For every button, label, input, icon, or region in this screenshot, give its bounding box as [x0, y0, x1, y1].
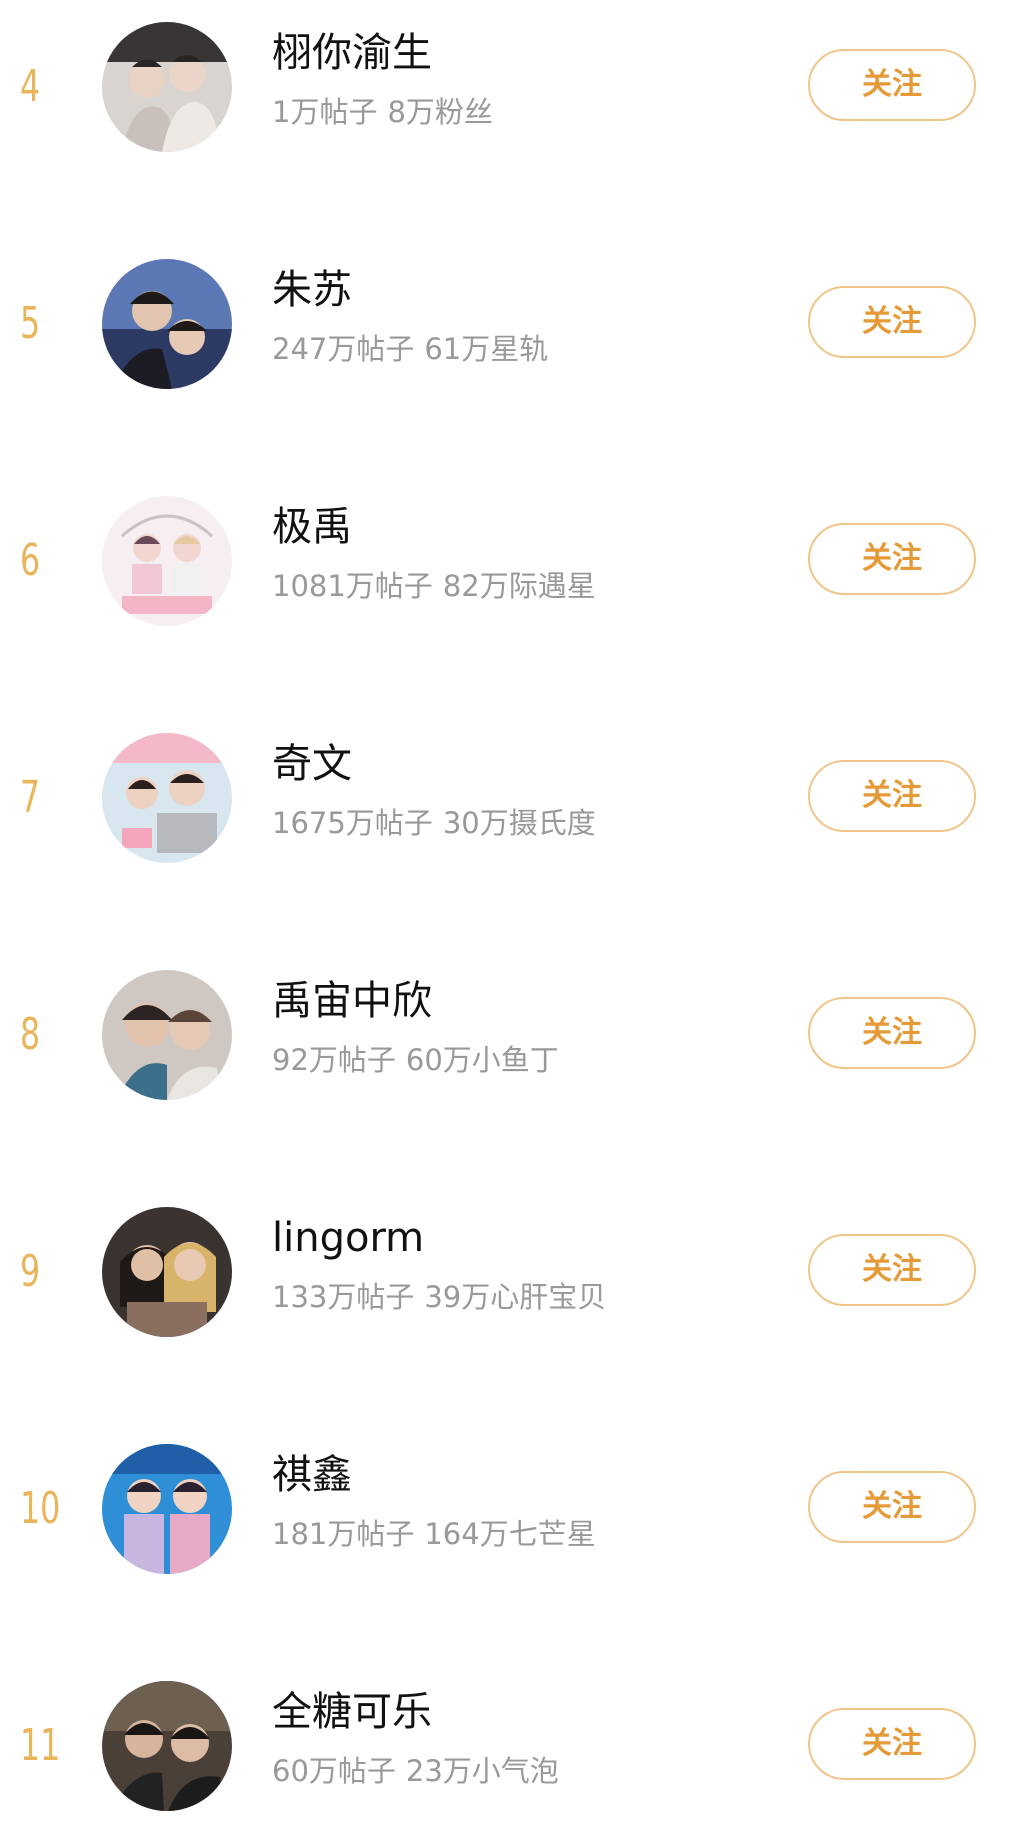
post-count: 133万帖子: [272, 1280, 415, 1314]
fan-count: 30万摄氏度: [442, 806, 596, 840]
rank-number: 9: [20, 1246, 41, 1297]
avatar[interactable]: [102, 733, 232, 863]
follow-button[interactable]: 关注: [808, 1234, 976, 1306]
avatar[interactable]: [102, 22, 232, 152]
topic-name: 禹宙中欣: [272, 978, 432, 1024]
post-count: 181万帖子: [272, 1517, 415, 1551]
list-item[interactable]: 4 栩你渝生 1万帖子 8万粉丝 关注: [0, 12, 1016, 162]
fan-count: 39万心肝宝贝: [424, 1280, 607, 1314]
topic-stats: 181万帖子 164万七芒星: [272, 1514, 596, 1554]
follow-button[interactable]: 关注: [808, 286, 976, 358]
avatar-image: [102, 1681, 232, 1811]
avatar-image: [102, 22, 232, 152]
rank-number: 7: [20, 772, 41, 823]
fan-count: 164万七芒星: [424, 1517, 596, 1551]
avatar[interactable]: [102, 1207, 232, 1337]
follow-button[interactable]: 关注: [808, 997, 976, 1069]
list-item[interactable]: 5 朱苏 247万帖子 61万星轨 关注: [0, 249, 1016, 399]
follow-button[interactable]: 关注: [808, 1708, 976, 1780]
post-count: 92万帖子: [272, 1043, 396, 1077]
post-count: 60万帖子: [272, 1754, 396, 1788]
topic-name: 全糖可乐: [272, 1689, 432, 1735]
ranking-list: 4 栩你渝生 1万帖子 8万粉丝 关注 5 朱苏 247万帖子 61万星轨 关注…: [0, 0, 1016, 1844]
rank-number: 6: [20, 535, 41, 586]
avatar[interactable]: [102, 1444, 232, 1574]
list-item[interactable]: 8 禹宙中欣 92万帖子 60万小鱼丁 关注: [0, 960, 1016, 1110]
post-count: 1675万帖子: [272, 806, 433, 840]
fan-count: 8万粉丝: [387, 95, 493, 129]
follow-button[interactable]: 关注: [808, 49, 976, 121]
post-count: 1万帖子: [272, 95, 378, 129]
topic-name: 祺鑫: [272, 1452, 352, 1498]
list-item[interactable]: 6 极禹 1081万帖子 82万际遇星 关注: [0, 486, 1016, 636]
avatar-image: [102, 1444, 232, 1574]
avatar[interactable]: [102, 259, 232, 389]
rank-number: 8: [20, 1009, 41, 1060]
topic-stats: 60万帖子 23万小气泡: [272, 1751, 559, 1791]
topic-stats: 1081万帖子 82万际遇星: [272, 566, 596, 606]
rank-number: 10: [20, 1483, 61, 1534]
avatar[interactable]: [102, 496, 232, 626]
fan-count: 23万小气泡: [405, 1754, 559, 1788]
fan-count: 61万星轨: [424, 332, 549, 366]
topic-name: 朱苏: [272, 267, 352, 313]
topic-name: 栩你渝生: [272, 30, 432, 76]
list-item[interactable]: 10 祺鑫 181万帖子 164万七芒星 关注: [0, 1434, 1016, 1584]
follow-button[interactable]: 关注: [808, 760, 976, 832]
avatar[interactable]: [102, 1681, 232, 1811]
topic-name: 奇文: [272, 741, 352, 787]
fan-count: 82万际遇星: [442, 569, 596, 603]
avatar-image: [102, 733, 232, 863]
avatar[interactable]: [102, 970, 232, 1100]
avatar-image: [102, 259, 232, 389]
rank-number: 11: [20, 1720, 61, 1771]
post-count: 1081万帖子: [272, 569, 433, 603]
avatar-image: [102, 970, 232, 1100]
rank-number: 4: [20, 61, 41, 112]
list-item[interactable]: 11 全糖可乐 60万帖子 23万小气泡 关注: [0, 1671, 1016, 1821]
fan-count: 60万小鱼丁: [405, 1043, 559, 1077]
post-count: 247万帖子: [272, 332, 415, 366]
topic-stats: 1675万帖子 30万摄氏度: [272, 803, 596, 843]
topic-stats: 1万帖子 8万粉丝: [272, 92, 493, 132]
avatar-image: [102, 496, 232, 626]
topic-stats: 247万帖子 61万星轨: [272, 329, 548, 369]
avatar-image: [102, 1207, 232, 1337]
topic-stats: 133万帖子 39万心肝宝贝: [272, 1277, 606, 1317]
topic-name: 极禹: [272, 504, 352, 550]
rank-number: 5: [20, 298, 41, 349]
list-item[interactable]: 7 奇文 1675万帖子 30万摄氏度 关注: [0, 723, 1016, 873]
topic-name: lingorm: [272, 1215, 425, 1261]
list-item[interactable]: 9 lingorm 133万帖子 39万心肝宝贝 关注: [0, 1197, 1016, 1347]
topic-stats: 92万帖子 60万小鱼丁: [272, 1040, 559, 1080]
follow-button[interactable]: 关注: [808, 523, 976, 595]
follow-button[interactable]: 关注: [808, 1471, 976, 1543]
